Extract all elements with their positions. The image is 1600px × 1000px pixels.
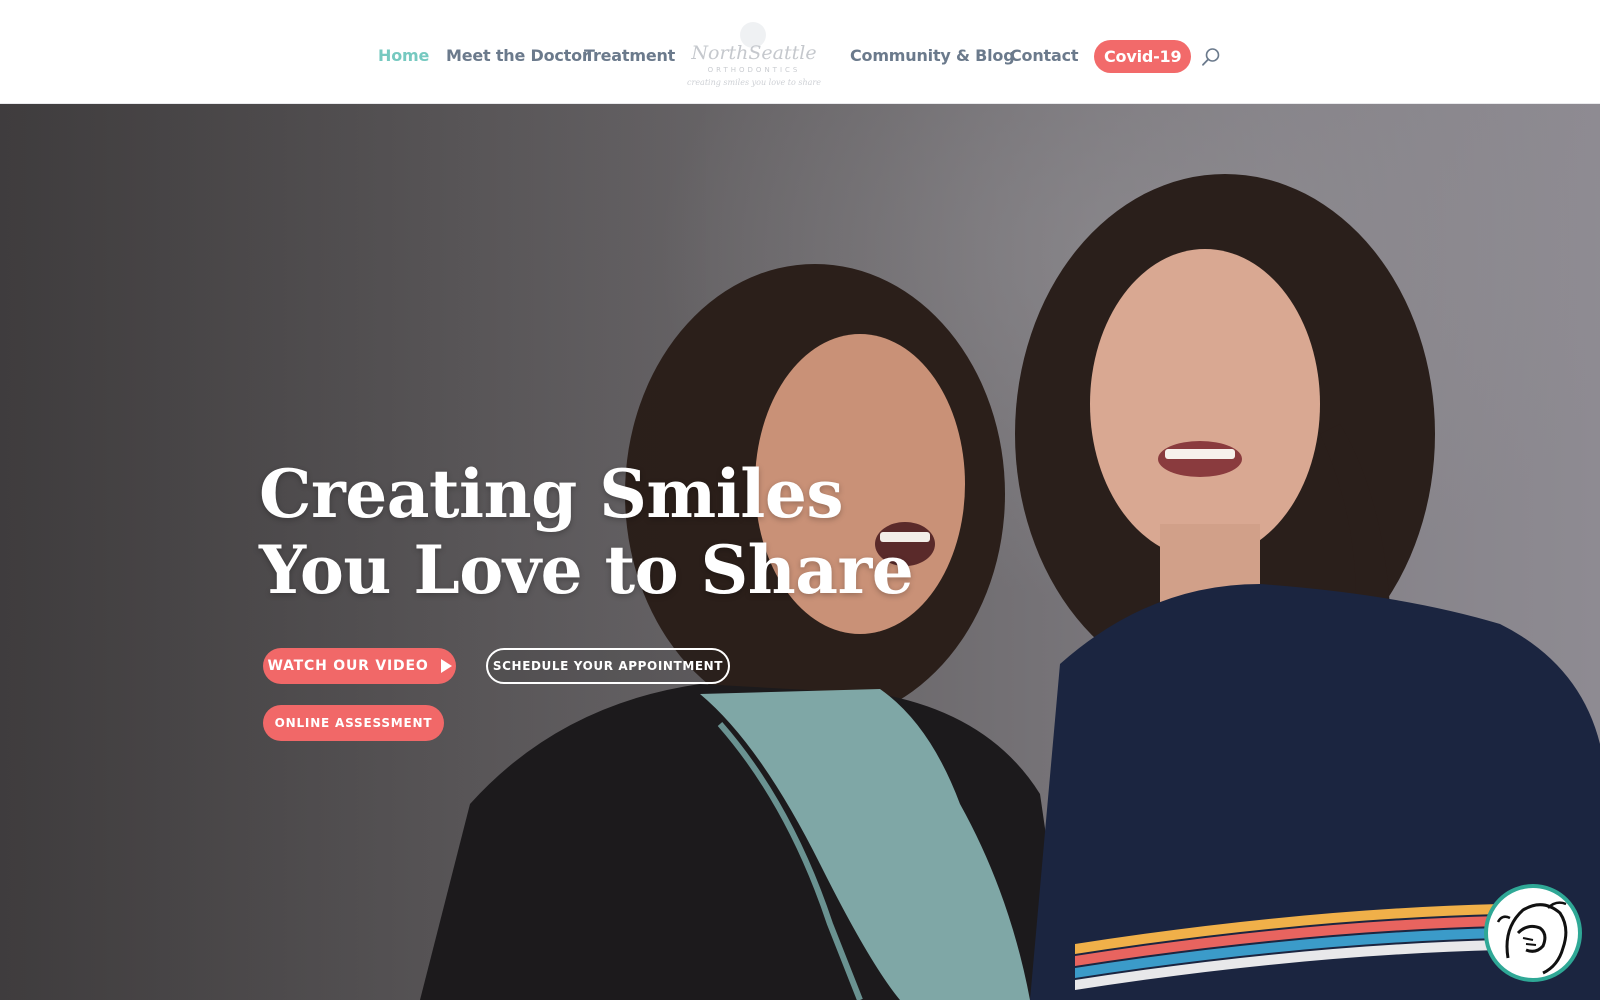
logo-tagline: creating smiles you love to share	[687, 78, 821, 87]
floating-badge[interactable]	[1484, 884, 1582, 982]
logo-subtitle: ORTHODONTICS	[707, 66, 801, 74]
hero-section: Creating Smiles You Love to Share WATCH …	[0, 104, 1600, 1000]
nav-contact[interactable]: Contact	[1010, 46, 1079, 66]
lion-mascot-icon	[1496, 901, 1568, 975]
nav-covid-button[interactable]: Covid-19	[1094, 40, 1192, 73]
nav-home[interactable]: Home	[378, 46, 429, 66]
nav-meet-the-doctor[interactable]: Meet the Doctor	[446, 46, 590, 66]
play-icon	[440, 659, 452, 673]
schedule-label: SCHEDULE YOUR APPOINTMENT	[492, 659, 724, 673]
watch-video-label: WATCH OUR VIDEO	[267, 658, 429, 674]
assessment-label: ONLINE ASSESSMENT	[274, 716, 433, 730]
watch-video-button[interactable]: WATCH OUR VIDEO	[263, 648, 456, 684]
search-icon[interactable]	[1201, 47, 1221, 67]
hero-headline-line2: You Love to Share	[259, 531, 914, 609]
nav-treatment[interactable]: Treatment	[584, 46, 675, 66]
site-header: Home Meet the Doctor Treatment NorthSeat…	[0, 0, 1600, 104]
hero-headline-line1: Creating Smiles	[259, 455, 844, 533]
online-assessment-button[interactable]: ONLINE ASSESSMENT	[263, 705, 444, 741]
nav-community-blog[interactable]: Community & Blog	[850, 46, 1015, 66]
logo-name: NorthSeattle	[691, 42, 817, 64]
hero-headline: Creating Smiles You Love to Share	[259, 456, 979, 608]
schedule-appointment-button[interactable]: SCHEDULE YOUR APPOINTMENT	[486, 648, 730, 684]
site-logo[interactable]: NorthSeattle ORTHODONTICS creating smile…	[684, 18, 824, 94]
